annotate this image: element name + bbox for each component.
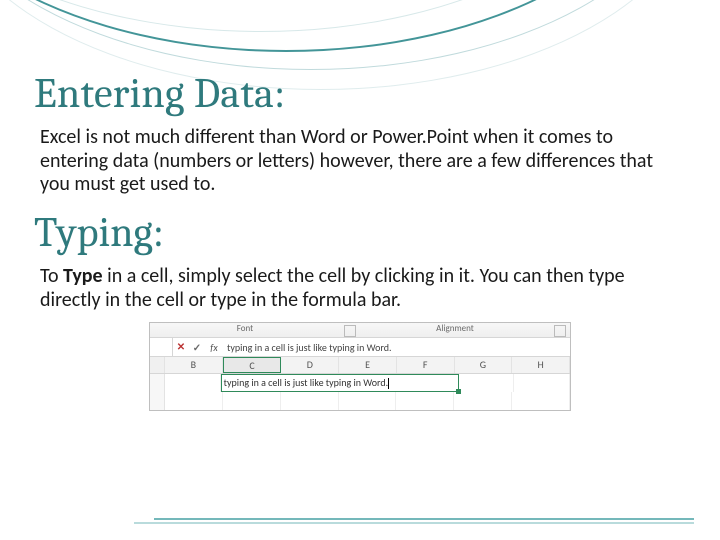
text: To <box>40 264 63 288</box>
cell <box>514 374 570 392</box>
cell <box>281 392 339 410</box>
row-header <box>150 374 165 392</box>
bold-type: Type <box>63 264 103 288</box>
active-cell: typing in a cell is just like typing in … <box>221 374 459 392</box>
decorative-underline <box>154 518 694 520</box>
fx-icon: fx <box>205 341 223 354</box>
slide: Entering Data: Excel is not much differe… <box>0 0 720 540</box>
col-header-selected: C <box>223 357 282 373</box>
col-header: E <box>339 357 397 373</box>
heading-entering-data: Entering Data: <box>34 0 686 116</box>
cell-row <box>150 392 570 410</box>
dialog-launcher-icon <box>344 325 356 337</box>
ribbon: Font Alignment <box>150 323 570 338</box>
col-header: B <box>165 357 223 373</box>
row-header <box>150 392 165 410</box>
enter-icon: ✓ <box>189 341 205 354</box>
cell-text: typing in a cell is just like typing in … <box>224 376 388 389</box>
paragraph-typing: To Type in a cell, simply select the cel… <box>40 265 680 312</box>
col-header: G <box>455 357 513 373</box>
cell <box>339 392 397 410</box>
ribbon-group-alignment-label: Alignment <box>360 323 550 337</box>
cancel-icon: ✕ <box>173 342 189 353</box>
heading-typing: Typing: <box>34 197 686 255</box>
formula-bar: ✕ ✓ fx typing in a cell is just like typ… <box>150 338 570 357</box>
text-cursor <box>388 378 389 389</box>
cell <box>459 374 515 392</box>
cell-row: typing in a cell is just like typing in … <box>150 374 570 392</box>
cell <box>165 392 223 410</box>
text: in a cell, simply select the cell by cli… <box>40 264 625 312</box>
column-headers: B C D E F G H <box>150 357 570 374</box>
dialog-launcher-icon <box>554 325 566 337</box>
excel-screenshot: Font Alignment ✕ ✓ fx typing in a cell i… <box>149 322 571 411</box>
col-header: F <box>397 357 455 373</box>
col-header: H <box>512 357 570 373</box>
select-all-corner <box>150 357 165 373</box>
decorative-underline <box>134 522 694 524</box>
formula-bar-text: typing in a cell is just like typing in … <box>223 341 570 354</box>
cell <box>165 374 221 392</box>
cell <box>396 392 454 410</box>
cell <box>454 392 512 410</box>
cell <box>223 392 281 410</box>
cell <box>512 392 570 410</box>
ribbon-group-font-label: Font <box>150 323 340 337</box>
paragraph-entering-data: Excel is not much different than Word or… <box>40 126 680 197</box>
name-box <box>150 338 173 356</box>
col-header: D <box>281 357 339 373</box>
